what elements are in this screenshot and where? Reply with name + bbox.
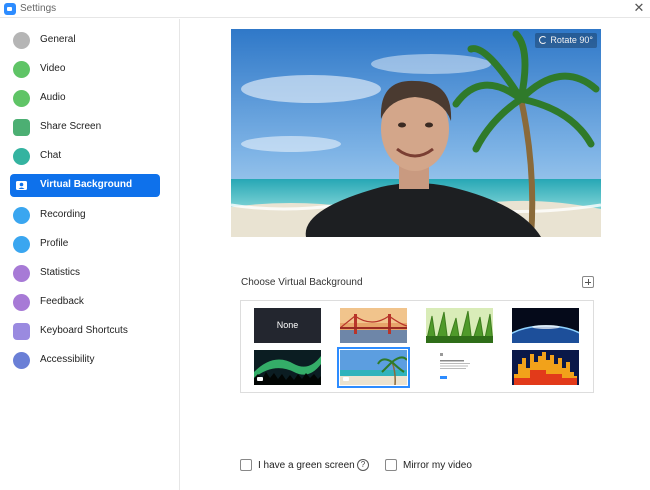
sidebar-item-label: Audio [40,92,66,103]
sidebar-item-accessibility[interactable]: Accessibility [10,349,160,372]
video-icon [13,61,30,78]
background-document[interactable] [426,350,493,385]
rotate-button[interactable]: Rotate 90° [535,33,597,48]
green-screen-label: I have a green screen [258,460,355,471]
background-grass[interactable] [426,308,493,343]
sidebar-item-virtual-background[interactable]: Virtual Background [10,174,160,197]
keyboard-icon [13,323,30,340]
sidebar-item-share-screen[interactable]: Share Screen [10,116,160,139]
window-title: Settings [20,3,57,14]
preview-scene [231,29,601,237]
sidebar-item-label: Statistics [40,267,81,278]
mirror-video-checkbox[interactable] [385,459,397,471]
settings-sidebar: General Video Audio Share Screen Chat Vi… [0,19,180,490]
sidebar-item-label: Video [40,63,66,74]
background-none[interactable]: None [254,308,321,343]
sidebar-item-label: Chat [40,150,62,161]
background-aurora[interactable] [254,350,321,385]
sidebar-item-statistics[interactable]: Statistics [10,262,160,285]
sidebar-item-video[interactable]: Video [10,58,160,81]
sidebar-item-recording[interactable]: Recording [10,204,160,227]
sidebar-item-label: Share Screen [40,121,102,132]
sidebar-item-profile[interactable]: Profile [10,233,160,256]
sidebar-item-label: Feedback [40,296,84,307]
background-golden-gate[interactable] [340,308,407,343]
zoom-app-icon [4,3,16,15]
sidebar-item-feedback[interactable]: Feedback [10,291,160,314]
sidebar-item-general[interactable]: General [10,29,160,52]
video-preview: Rotate 90° [231,29,601,237]
gear-icon [13,32,30,49]
sidebar-item-label: Profile [40,238,69,249]
background-beach[interactable] [337,347,410,388]
add-background-button[interactable] [582,276,594,288]
rotate-label: Rotate 90° [550,35,593,45]
sidebar-item-chat[interactable]: Chat [10,145,160,168]
sidebar-item-label: Virtual Background [40,179,133,190]
background-earth-space[interactable] [512,308,579,343]
profile-icon [13,236,30,253]
sidebar-item-label: Accessibility [40,354,95,365]
green-screen-checkbox[interactable] [240,459,252,471]
sidebar-item-audio[interactable]: Audio [10,87,160,110]
share-screen-icon [13,119,30,136]
background-none-label: None [276,320,299,330]
headphones-icon [13,90,30,107]
recording-icon [13,207,30,224]
help-icon[interactable]: ? [357,459,369,471]
sidebar-item-label: General [40,34,76,45]
choose-background-heading: Choose Virtual Background [241,277,363,288]
close-icon[interactable]: ✕ [632,1,646,15]
mirror-video-label: Mirror my video [403,460,472,471]
sidebar-item-label: Keyboard Shortcuts [40,325,128,336]
sidebar-item-label: Recording [40,209,86,220]
accessibility-icon [13,352,30,369]
statistics-icon [13,265,30,282]
chat-icon [13,148,30,165]
rotate-icon [539,36,548,44]
person-background-icon [13,177,30,194]
background-grid: None [240,300,594,393]
sidebar-item-keyboard-shortcuts[interactable]: Keyboard Shortcuts [10,320,160,343]
background-waveform[interactable] [512,350,579,385]
title-bar: Settings ✕ [0,0,650,18]
feedback-icon [13,294,30,311]
